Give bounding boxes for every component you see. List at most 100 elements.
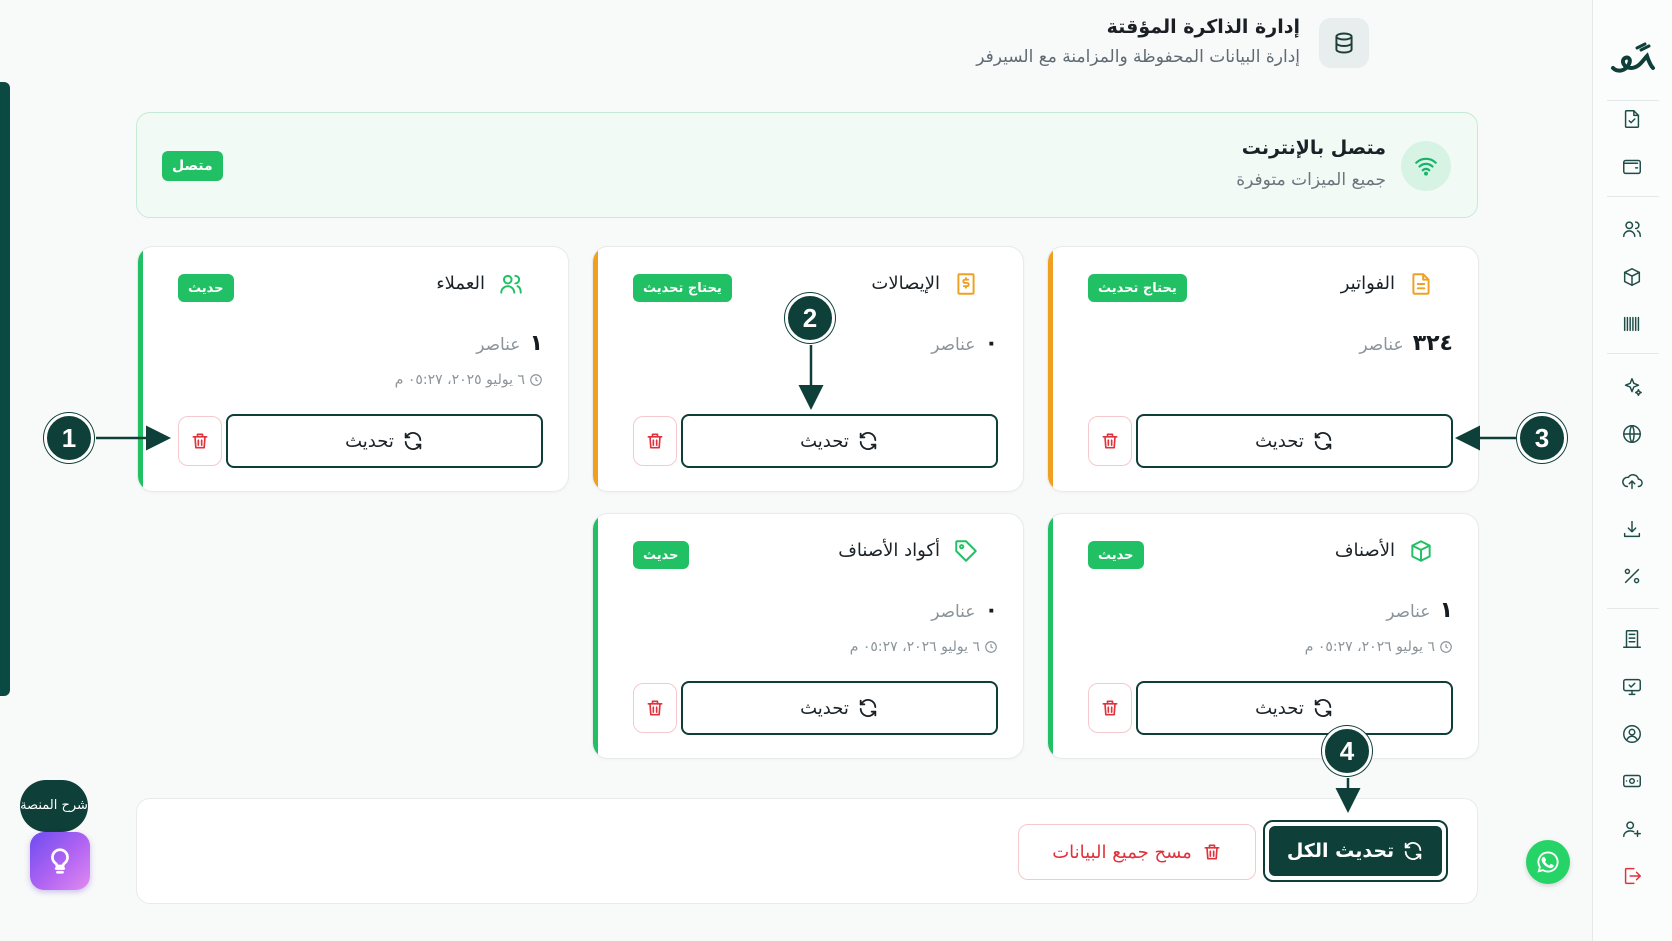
count-value: ٠ [984, 331, 998, 356]
card-accent [1048, 247, 1053, 491]
trash-icon [647, 700, 663, 716]
refresh-button[interactable]: تحديث [1136, 681, 1453, 735]
clear-all-data-button[interactable]: مسح جميع البيانات [1018, 824, 1256, 880]
user-plus-icon[interactable] [1619, 816, 1645, 842]
download-icon[interactable] [1619, 516, 1645, 542]
cache-card-items: الأصناف حديث ١ عناصر ٦ يوليو ٢٠٢٦، ٠٥:٢٧… [1047, 513, 1479, 759]
card-title: أكواد الأصناف [838, 540, 940, 561]
refresh-label: تحديث [800, 697, 849, 719]
annotation-marker-1: 1 [44, 413, 94, 463]
users-icon[interactable] [1619, 216, 1645, 242]
annotation-marker-4: 4 [1322, 726, 1372, 776]
trash-icon [1102, 700, 1118, 716]
page-title: إدارة الذاكرة المؤقتة [1106, 16, 1300, 38]
percent-icon[interactable] [1619, 563, 1645, 589]
count-unit: عناصر [476, 335, 521, 355]
card-accent [593, 247, 598, 491]
item-count: ٠ عناصر [931, 598, 998, 623]
item-count: ١ عناصر [476, 331, 543, 356]
bulk-actions-bar: تحديث الكل مسح جميع البيانات [136, 798, 1478, 904]
delete-button[interactable] [633, 683, 677, 733]
refresh-button[interactable]: تحديث [226, 414, 543, 468]
invoice-icon [1408, 271, 1436, 299]
connection-title: متصل بالإنترنت [1241, 137, 1386, 159]
refresh-icon [1404, 842, 1422, 860]
card-accent [1048, 514, 1053, 758]
trash-icon [192, 433, 208, 449]
refresh-label: تحديث [1255, 697, 1304, 719]
refresh-all-button[interactable]: تحديث الكل [1263, 820, 1448, 882]
cache-card-receipts: الإيصالات يحتاج تحديث ٠ عناصر تحديث [592, 246, 1024, 492]
wifi-icon [1401, 141, 1451, 191]
users-icon [498, 271, 526, 299]
card-title: الأصناف [1334, 540, 1395, 561]
platform-guide-label[interactable]: شرح المنصة [20, 780, 88, 832]
delete-button[interactable] [1088, 416, 1132, 466]
count-value: ١ [1439, 598, 1453, 623]
sidebar [1592, 0, 1672, 941]
monitor-check-icon[interactable] [1619, 674, 1645, 700]
app-logo[interactable] [1607, 38, 1657, 80]
status-badge: يحتاج تحديث [1088, 274, 1187, 302]
sparkle-icon[interactable] [1619, 374, 1645, 400]
lightbulb-icon [51, 848, 69, 874]
receipt-icon [953, 271, 981, 299]
cash-icon[interactable] [1619, 768, 1645, 794]
refresh-button[interactable]: تحديث [1136, 414, 1453, 468]
last-updated: ٦ يوليو ٢٠٢٦، ٠٥:٢٧ م [850, 639, 998, 655]
clear-all-label: مسح جميع البيانات [1052, 841, 1192, 863]
refresh-label: تحديث [1255, 430, 1304, 452]
card-title: الإيصالات [871, 273, 940, 294]
last-updated-text: ٦ يوليو ٢٠٢٥، ٠٥:٢٧ م [394, 372, 525, 388]
refresh-button[interactable]: تحديث [681, 414, 998, 468]
refresh-icon [859, 432, 877, 450]
platform-guide-button[interactable] [30, 832, 90, 890]
count-unit: عناصر [1359, 335, 1404, 355]
trash-icon [1102, 433, 1118, 449]
count-unit: عناصر [931, 335, 976, 355]
user-circle-icon[interactable] [1619, 721, 1645, 747]
wallet-icon[interactable] [1619, 153, 1645, 179]
connection-status-banner: متصل بالإنترنت جميع الميزات متوفرة متصل [136, 112, 1478, 218]
cloud-upload-icon[interactable] [1619, 468, 1645, 494]
whatsapp-icon[interactable] [1526, 840, 1570, 884]
page-subtitle: إدارة البيانات المحفوظة والمزامنة مع الس… [976, 47, 1300, 67]
annotation-marker-2: 2 [785, 293, 835, 343]
delete-button[interactable] [178, 416, 222, 466]
refresh-icon [1314, 699, 1332, 717]
refresh-icon [404, 432, 422, 450]
status-badge: حديث [633, 541, 689, 569]
refresh-icon [859, 699, 877, 717]
clock-icon [1440, 641, 1452, 653]
card-title: العملاء [436, 273, 485, 294]
clock-icon [985, 641, 997, 653]
count-unit: عناصر [1386, 602, 1431, 622]
last-updated-text: ٦ يوليو ٢٠٢٦، ٠٥:٢٧ م [849, 639, 980, 655]
item-count: ٣٢٤ عناصر [1359, 331, 1453, 356]
refresh-button[interactable]: تحديث [681, 681, 998, 735]
refresh-label: تحديث [345, 430, 394, 452]
barcode-icon[interactable] [1619, 311, 1645, 337]
database-icon [1319, 18, 1369, 68]
package-icon[interactable] [1619, 264, 1645, 290]
cache-card-customers: العملاء حديث ١ عناصر ٦ يوليو ٢٠٢٥، ٠٥:٢٧… [137, 246, 569, 492]
card-accent [138, 247, 143, 491]
cache-card-item-codes: أكواد الأصناف حديث ٠ عناصر ٦ يوليو ٢٠٢٦،… [592, 513, 1024, 759]
trash-icon [647, 433, 663, 449]
page-scrollbar[interactable] [0, 82, 10, 696]
delete-button[interactable] [1088, 683, 1132, 733]
annotation-marker-3: 3 [1517, 413, 1567, 463]
delete-button[interactable] [633, 416, 677, 466]
refresh-label: تحديث [800, 430, 849, 452]
card-title: الفواتير [1340, 273, 1395, 294]
logout-icon[interactable] [1619, 863, 1645, 889]
file-check-icon[interactable] [1619, 106, 1645, 132]
count-value: ٣٢٤ [1412, 331, 1453, 356]
refresh-icon [1314, 432, 1332, 450]
globe-icon[interactable] [1619, 421, 1645, 447]
building-icon[interactable] [1619, 626, 1645, 652]
last-updated: ٦ يوليو ٢٠٢٥، ٠٥:٢٧ م [395, 372, 543, 388]
trash-icon [1204, 844, 1220, 860]
clock-icon [530, 374, 542, 386]
refresh-all-label: تحديث الكل [1286, 840, 1395, 862]
